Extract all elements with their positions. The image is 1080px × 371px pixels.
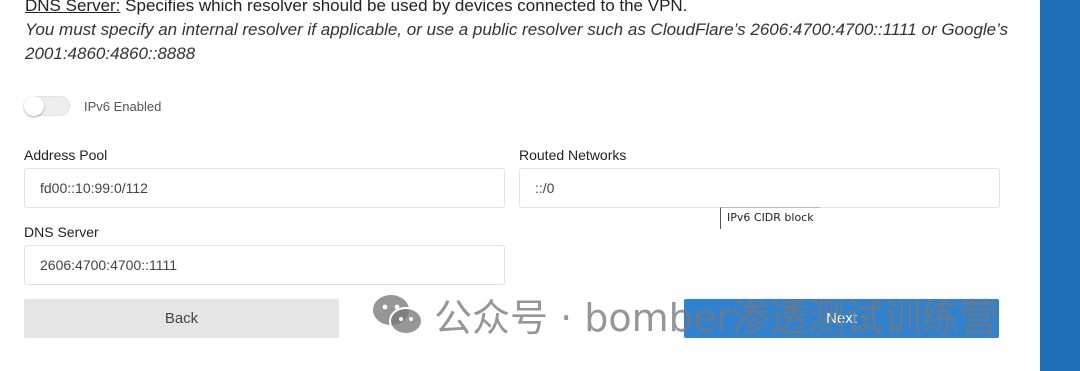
dns-server-label: DNS Server: [24, 224, 99, 240]
wechat-icon: [373, 294, 423, 335]
dns-server-input[interactable]: [24, 245, 505, 285]
toggle-knob: [24, 96, 44, 116]
ipv6-enabled-label: IPv6 Enabled: [84, 98, 162, 114]
dns-help-description: Specifies which resolver should be used …: [120, 0, 688, 15]
dns-help-term: DNS Server:: [25, 0, 121, 15]
dns-help-text: DNS Server: Specifies which resolver sho…: [25, 0, 1015, 66]
vpn-ipv6-settings-page: DNS Server: Specifies which resolver sho…: [0, 0, 1080, 371]
address-pool-input[interactable]: [24, 168, 505, 208]
right-side-panel: [1040, 0, 1080, 371]
routed-networks-input[interactable]: [519, 168, 1000, 208]
routed-networks-label: Routed Networks: [519, 147, 627, 163]
ipv6-toggle-row: IPv6 Enabled: [24, 96, 161, 116]
next-button[interactable]: Next: [684, 299, 999, 338]
address-pool-label: Address Pool: [24, 147, 108, 163]
ipv6-enabled-toggle[interactable]: [24, 96, 70, 116]
dns-help-note: You must specify an internal resolver if…: [25, 20, 1009, 63]
back-button[interactable]: Back: [24, 299, 339, 338]
routed-networks-tooltip: IPv6 CIDR block: [720, 207, 820, 229]
